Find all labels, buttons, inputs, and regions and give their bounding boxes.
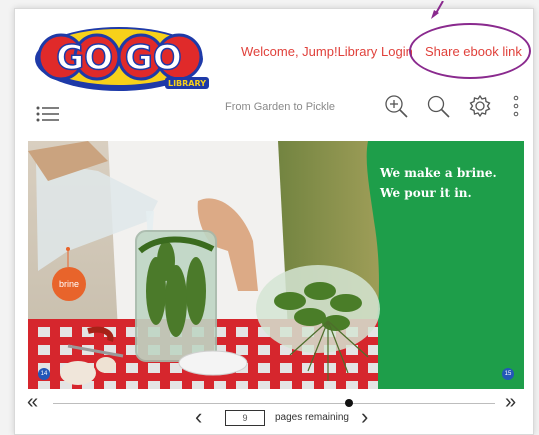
page-text-line-2: We pour it in. bbox=[380, 186, 472, 200]
zoom-in-icon[interactable] bbox=[383, 93, 409, 119]
logo-subtext: LIBRARY bbox=[168, 79, 206, 88]
book-page-spread[interactable]: We make a brine. We pour it in. brine 14… bbox=[28, 141, 524, 389]
gogo-library-logo[interactable]: GO GO LIBRARY bbox=[33, 23, 213, 93]
page-number-left: 14 bbox=[38, 368, 50, 380]
reader-frame: GO GO LIBRARY Welcome, Jump!Library Logi… bbox=[14, 1, 534, 435]
pager: ‹ 9 pages remaining › bbox=[15, 406, 533, 430]
logo-text: GO GO bbox=[56, 38, 181, 78]
search-icon[interactable] bbox=[425, 93, 451, 119]
page-number-right: 15 bbox=[502, 368, 514, 380]
next-page-icon[interactable]: › bbox=[361, 406, 368, 428]
menu-icon[interactable] bbox=[35, 105, 61, 131]
more-vertical-icon[interactable] bbox=[511, 93, 521, 119]
previous-page-icon[interactable]: ‹ bbox=[195, 406, 202, 428]
pages-remaining-field[interactable]: 9 bbox=[225, 410, 265, 426]
annotation-ellipse bbox=[409, 23, 531, 79]
welcome-text: Welcome, Jump!Library bbox=[241, 44, 378, 59]
page-text-line-1: We make a brine. bbox=[380, 166, 497, 180]
gear-icon[interactable] bbox=[467, 93, 493, 119]
page-text: We make a brine. We pour it in. bbox=[380, 163, 510, 203]
vocabulary-badge-brine[interactable]: brine bbox=[52, 267, 86, 301]
pages-remaining-label: pages remaining bbox=[275, 412, 349, 423]
book-title: From Garden to Pickle bbox=[225, 101, 336, 113]
annotation-arrow bbox=[431, 1, 444, 19]
slider-track[interactable] bbox=[53, 403, 495, 404]
